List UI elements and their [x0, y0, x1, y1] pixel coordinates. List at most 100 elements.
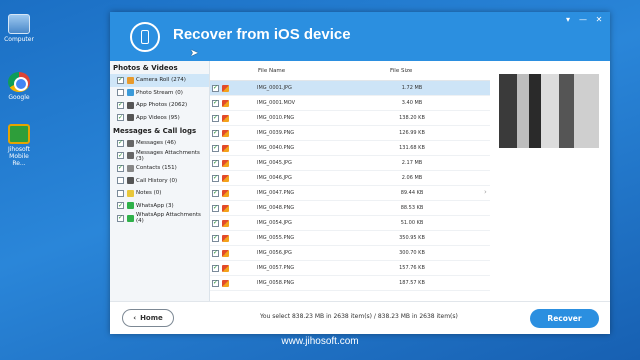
minimize-icon[interactable]: —: [577, 15, 589, 24]
home-button[interactable]: ‹ Home: [122, 309, 174, 327]
sidebar-item[interactable]: ✓ App Videos (95): [110, 112, 209, 125]
file-size-cell: 3.40 MB: [401, 100, 423, 106]
file-size-cell: 2.17 MB: [401, 160, 423, 166]
sidebar-item[interactable]: Call History (0): [110, 175, 209, 188]
table-row[interactable]: ✓ IMG_0001.MOV 3.40 MB: [210, 96, 490, 111]
table-row[interactable]: ✓ IMG_0046.JPG 2.06 MB: [210, 171, 490, 186]
phone-icon: [130, 22, 160, 52]
file-name-cell: IMG_0057.PNG: [257, 265, 295, 271]
checkbox[interactable]: ✓: [212, 234, 219, 242]
checkbox[interactable]: [117, 177, 124, 185]
table-row[interactable]: ✓ IMG_0039.PNG 126.99 KB: [210, 126, 490, 141]
recover-button[interactable]: Recover: [530, 309, 599, 328]
category-icon: [127, 101, 134, 109]
checkbox[interactable]: ✓: [212, 189, 219, 197]
category-icon: [127, 139, 134, 147]
checkbox[interactable]: ✓: [212, 279, 219, 287]
image-file-icon: [222, 84, 229, 92]
table-row[interactable]: ✓ IMG_0048.PNG 88.53 KB: [210, 201, 490, 216]
sidebar-section-title: Photos & Videos: [113, 64, 178, 72]
desktop-icon-chrome[interactable]: Google: [2, 72, 36, 101]
desktop-icon-jihosoft[interactable]: Jihosoft Mobile Re...: [2, 124, 36, 167]
checkbox[interactable]: ✓: [117, 76, 124, 84]
table-row[interactable]: ✓ IMG_0001.JPG 1.72 MB: [210, 81, 490, 96]
table-row[interactable]: ✓ IMG_0055.PNG 350.95 KB: [210, 231, 490, 246]
checkbox[interactable]: ✓: [212, 204, 219, 212]
checkbox[interactable]: [117, 89, 124, 97]
checkbox[interactable]: ✓: [117, 114, 124, 122]
sidebar-item[interactable]: Notes (0): [110, 187, 209, 200]
file-size-cell: 157.76 KB: [399, 265, 425, 271]
checkbox[interactable]: ✓: [212, 159, 219, 167]
category-icon: [127, 189, 134, 197]
table-row[interactable]: ✓ IMG_0010.PNG 138.20 KB: [210, 111, 490, 126]
file-name-cell: IMG_0001.MOV: [257, 100, 296, 106]
close-icon[interactable]: ✕: [593, 15, 605, 24]
checkbox[interactable]: ✓: [212, 99, 219, 107]
checkbox[interactable]: ✓: [117, 152, 124, 160]
table-row[interactable]: ✓ IMG_0054.JPG 51.00 KB: [210, 216, 490, 231]
checkbox[interactable]: [117, 189, 124, 197]
image-file-icon: [222, 144, 229, 152]
image-file-icon: [222, 204, 229, 212]
table-row[interactable]: ✓ IMG_0058.PNG 187.57 KB: [210, 276, 490, 291]
checkbox[interactable]: ✓: [212, 249, 219, 257]
checkbox[interactable]: ✓: [212, 219, 219, 227]
sidebar-item-label: Call History (0): [136, 177, 178, 184]
sidebar-item-label: Photo Stream (0): [136, 89, 183, 96]
file-name-cell: IMG_0001.JPG: [257, 85, 292, 91]
image-file-icon: [222, 264, 229, 272]
checkbox[interactable]: ✓: [117, 202, 124, 210]
sidebar-item[interactable]: ✓ Messages Attachments (3): [110, 150, 209, 163]
menu-dropdown-icon[interactable]: ▾: [562, 15, 574, 24]
column-header-file-name[interactable]: File Name: [258, 68, 285, 74]
checkbox[interactable]: ✓: [212, 114, 219, 122]
checkbox[interactable]: ✓: [212, 84, 219, 92]
column-header-file-size[interactable]: File Size: [390, 68, 412, 74]
table-row[interactable]: ✓ IMG_0047.PNG 89.44 KB: [210, 186, 490, 201]
chrome-icon: [8, 72, 30, 92]
sidebar-item-label: Camera Roll (274): [136, 77, 186, 84]
checkbox[interactable]: ✓: [212, 129, 219, 137]
checkbox[interactable]: ✓: [117, 139, 124, 147]
window-title: Recover from iOS device: [173, 26, 351, 43]
image-file-icon: [222, 99, 229, 107]
sidebar-item[interactable]: ✓ Camera Roll (274): [110, 74, 209, 87]
sidebar-item[interactable]: ✓ WhatsApp (3): [110, 200, 209, 213]
home-button-label: Home: [140, 314, 163, 322]
checkbox[interactable]: ✓: [117, 214, 124, 222]
sidebar-item[interactable]: ✓ Messages (46): [110, 137, 209, 150]
table-body: ✓ IMG_0001.JPG 1.72 MB ✓ IMG_0001.MOV 3.40 MB…: [210, 81, 490, 291]
sidebar-item[interactable]: ✓ WhatsApp Attachments (4): [110, 212, 209, 225]
chevron-right-icon[interactable]: ›: [484, 188, 487, 196]
desktop-icon-computer[interactable]: Computer: [2, 14, 36, 43]
jihosoft-icon: [8, 124, 30, 144]
sidebar-item[interactable]: ✓ App Photos (2062): [110, 99, 209, 112]
file-size-cell: 89.44 KB: [400, 190, 424, 196]
footer-bar: ‹ Home You select 838.23 MB in 2638 item…: [110, 301, 610, 334]
checkbox[interactable]: ✓: [117, 101, 124, 109]
table-row[interactable]: ✓ IMG_0040.PNG 131.68 KB: [210, 141, 490, 156]
image-file-icon: [222, 234, 229, 242]
title-bar: Recover from iOS device ▾ — ✕: [110, 12, 610, 61]
computer-icon: [8, 14, 30, 34]
file-name-cell: IMG_0055.PNG: [257, 235, 295, 241]
image-file-icon: [222, 219, 229, 227]
image-file-icon: [222, 249, 229, 257]
checkbox[interactable]: ✓: [212, 144, 219, 152]
category-icon: [127, 152, 134, 160]
table-row[interactable]: ✓ IMG_0056.JPG 300.70 KB: [210, 246, 490, 261]
sidebar-item-label: Messages (46): [136, 140, 177, 147]
checkbox[interactable]: ✓: [117, 164, 124, 172]
table-row[interactable]: ✓ IMG_0045.JPG 2.17 MB: [210, 156, 490, 171]
sidebar-item-label: App Photos (2062): [136, 102, 188, 109]
table-row[interactable]: ✓ IMG_0057.PNG 157.76 KB: [210, 261, 490, 276]
sidebar-section-title: Messages & Call logs: [113, 127, 197, 135]
file-name-cell: IMG_0010.PNG: [257, 115, 295, 121]
checkbox[interactable]: ✓: [212, 264, 219, 272]
image-file-icon: [222, 129, 229, 137]
image-preview: [499, 74, 599, 148]
sidebar-item[interactable]: ✓ Contacts (151): [110, 162, 209, 175]
checkbox[interactable]: ✓: [212, 174, 219, 182]
sidebar-item[interactable]: Photo Stream (0): [110, 87, 209, 100]
